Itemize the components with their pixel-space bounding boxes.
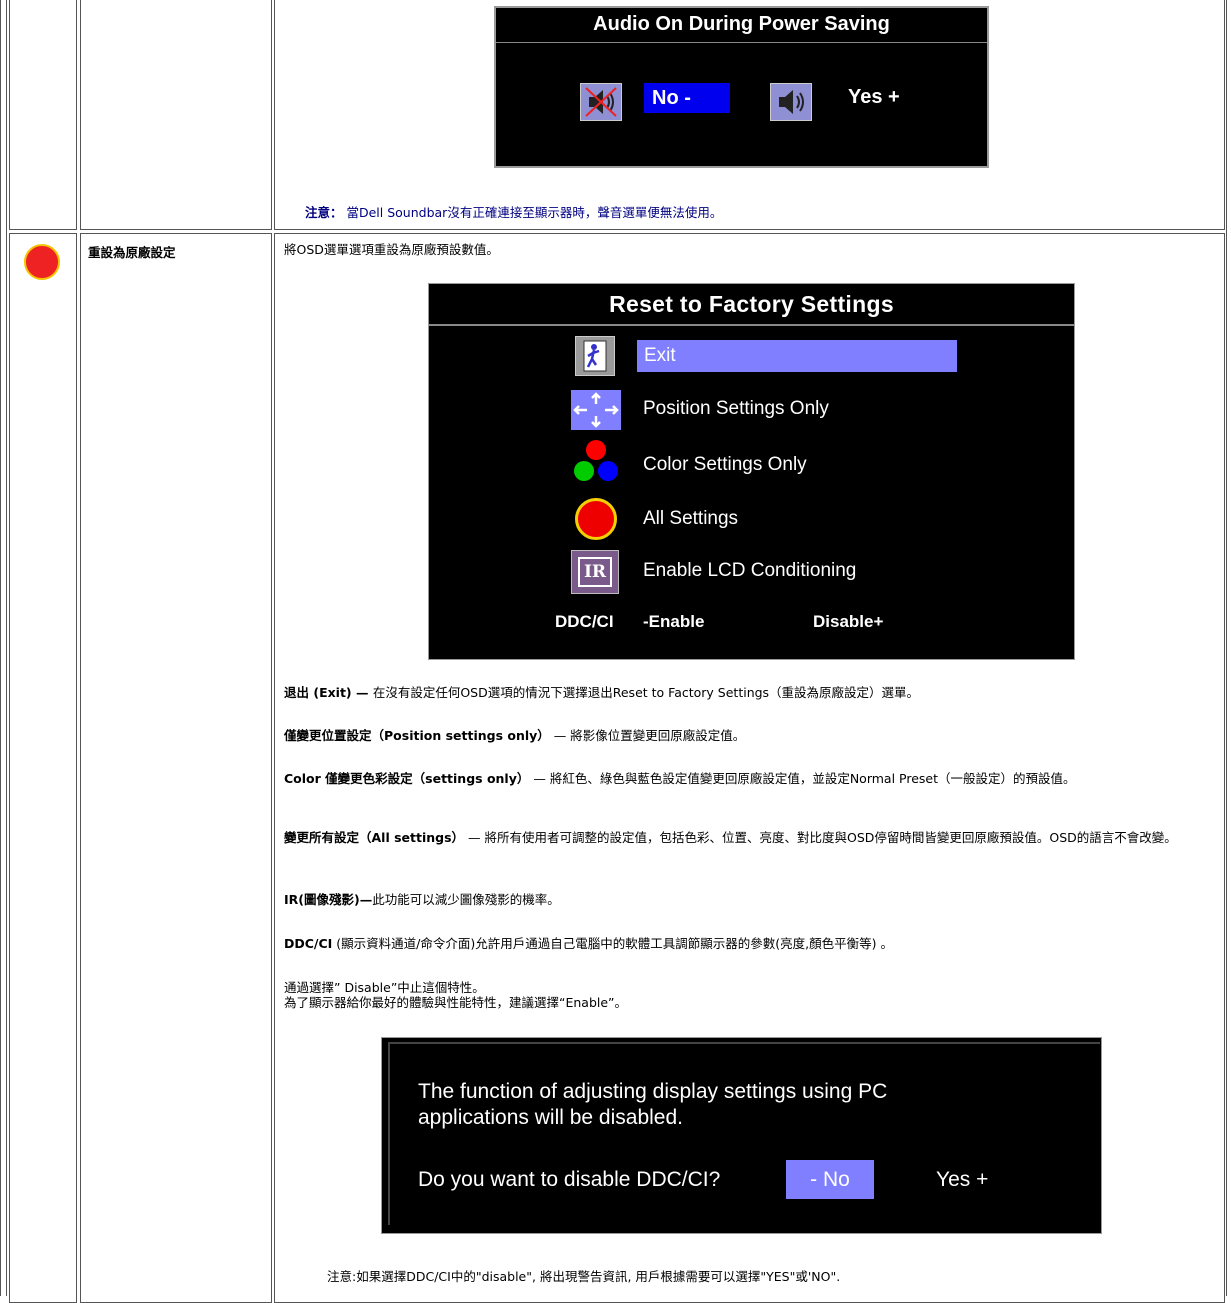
position-settings-item[interactable]: Position Settings Only xyxy=(643,398,829,420)
ddc-text: (顯示資料通道/命令介面)允許用戶通過自己電腦中的軟體工具調節顯示器的參數(亮度… xyxy=(332,936,893,951)
disable-line2: 為了顯示器給你最好的體驗與性能特性，建議選擇“Enable”。 xyxy=(284,995,628,1010)
all-bold: 變更所有設定（All settings） xyxy=(284,830,465,845)
reset-description: 將OSD選單選項重設為原廠預設數值。 xyxy=(284,242,499,257)
color-text: — 將紅色、綠色與藍色設定值變更回原廠設定值，並設定Normal Preset（… xyxy=(529,771,1076,786)
ddc-bold: DDC/CI xyxy=(284,936,333,951)
outer-right-border xyxy=(1226,0,1231,1296)
color-bold: Color 僅變更色彩設定（settings only） xyxy=(284,771,530,786)
reset-osd-screen: Reset to Factory Settings Exit Position … xyxy=(428,283,1075,660)
reset-factory-title: 重設為原廠設定 xyxy=(88,245,176,260)
all-settings-item[interactable]: All Settings xyxy=(643,508,738,530)
position-paragraph: 僅變更位置設定（Position settings only） — 將影像位置變… xyxy=(284,728,1204,743)
row2-name-cell: 重設為原廠設定 xyxy=(80,233,272,1303)
row2-icon-cell xyxy=(9,233,77,1303)
color-paragraph: Color 僅變更色彩設定（settings only） — 將紅色、綠色與藍色… xyxy=(284,771,1204,786)
note-label: 注意： xyxy=(305,205,343,220)
audio-osd-divider xyxy=(496,42,987,43)
ddc-paragraph: DDC/CI (顯示資料通道/命令介面)允許用戶通過自己電腦中的軟體工具調節顯示… xyxy=(284,936,1204,951)
audio-no-option[interactable]: No - xyxy=(644,83,730,113)
ddc-disable-option[interactable]: Disable+ xyxy=(813,612,883,632)
note-text: 當Dell Soundbar沒有正確連接至顯示器時，聲音選單便無法使用。 xyxy=(342,205,723,220)
exit-icon xyxy=(575,336,615,376)
exit-menu-item[interactable]: Exit xyxy=(637,340,957,372)
ddc-ci-label: DDC/CI xyxy=(555,612,614,631)
audio-yes-option[interactable]: Yes + xyxy=(848,86,900,109)
ir-bold: IR(圖像殘影)— xyxy=(284,892,373,907)
ddc-dialog-frame: The function of adjusting display settin… xyxy=(381,1037,1102,1234)
ddc-enable-option[interactable]: -Enable xyxy=(643,612,704,632)
row1-name-cell xyxy=(80,0,272,230)
row1-icon-cell xyxy=(9,0,77,230)
color-settings-item[interactable]: Color Settings Only xyxy=(643,454,807,476)
all-settings-circle-icon xyxy=(575,498,617,540)
exit-text: 在沒有設定任何OSD選項的情況下選擇退出Reset to Factory Set… xyxy=(372,685,920,700)
note-soundbar: 注意： 當Dell Soundbar沒有正確連接至顯示器時，聲音選單便無法使用。 xyxy=(305,202,722,221)
outer-left-border xyxy=(0,0,7,1296)
ddc-dialog-inner: The function of adjusting display settin… xyxy=(388,1042,1100,1225)
ir-paragraph: IR(圖像殘影)—此功能可以減少圖像殘影的機率。 xyxy=(284,892,1204,907)
audio-osd-title: Audio On During Power Saving xyxy=(593,13,890,35)
ddc-warning-note: 注意:如果選擇DDC/CI中的"disable", 將出現警告資訊, 用戶根據需… xyxy=(327,1269,841,1284)
rgb-color-icon xyxy=(571,440,621,488)
all-settings-red-circle-icon xyxy=(24,244,60,280)
ddc-warning-line1: The function of adjusting display settin… xyxy=(418,1080,888,1103)
reset-osd-divider xyxy=(429,324,1074,326)
speaker-on-icon xyxy=(770,83,812,121)
ir-conditioning-icon: IR xyxy=(571,550,619,594)
ddc-warning-line2: applications will be disabled. xyxy=(418,1106,683,1129)
position-bold: 僅變更位置設定（Position settings only） xyxy=(284,728,550,743)
all-text: — 將所有使用者可調整的設定值，包括色彩、位置、亮度、對比度與OSD停留時間皆變… xyxy=(464,830,1177,845)
all-settings-paragraph: 變更所有設定（All settings） — 將所有使用者可調整的設定值，包括色… xyxy=(284,830,1204,845)
ddc-yes-button[interactable]: Yes + xyxy=(936,1168,988,1192)
disable-paragraph: 通過選擇” Disable”中止這個特性。 為了顯示器給你最好的體驗與性能特性，… xyxy=(284,980,1204,1010)
exit-bold: 退出 (Exit) — xyxy=(284,685,373,700)
ir-text: 此功能可以減少圖像殘影的機率。 xyxy=(372,892,560,907)
lcd-conditioning-item[interactable]: Enable LCD Conditioning xyxy=(643,560,856,582)
speaker-mute-icon xyxy=(580,83,622,121)
disable-line1: 通過選擇” Disable”中止這個特性。 xyxy=(284,980,485,995)
position-arrows-icon xyxy=(571,390,621,430)
ddc-question: Do you want to disable DDC/CI? xyxy=(418,1168,721,1191)
exit-paragraph: 退出 (Exit) — 在沒有設定任何OSD選項的情況下選擇退出Reset to… xyxy=(284,685,1204,700)
position-text: — 將影像位置變更回原廠設定值。 xyxy=(549,728,746,743)
audio-osd-screen: Audio On During Power Saving No - Yes + xyxy=(494,6,989,168)
reset-osd-title: Reset to Factory Settings xyxy=(609,291,894,317)
ddc-no-button[interactable]: - No xyxy=(786,1160,874,1199)
